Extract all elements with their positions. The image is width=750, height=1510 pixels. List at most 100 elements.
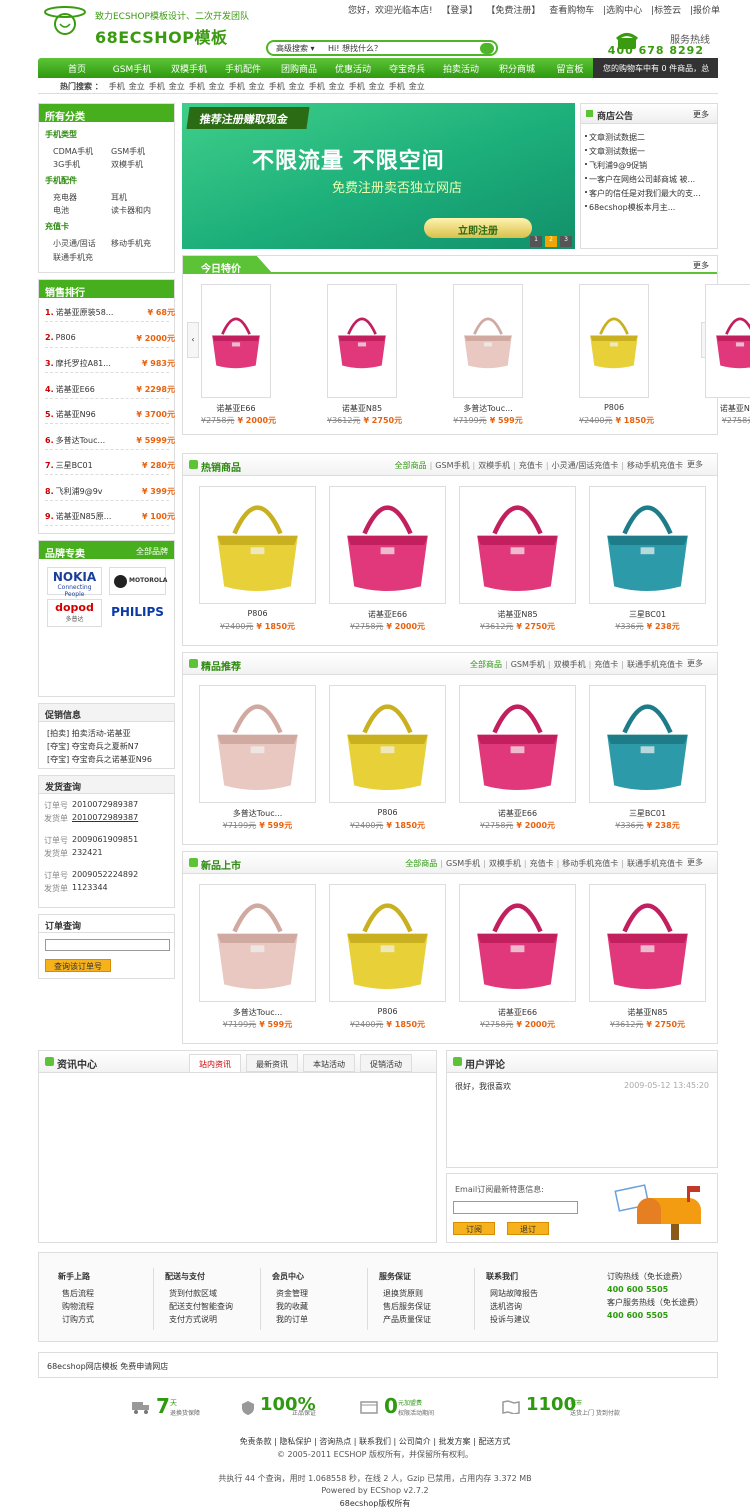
news-tab[interactable]: 促销活动 <box>360 1054 412 1072</box>
product-name[interactable]: 多普达Touc... <box>199 1007 316 1018</box>
banner-dot-2[interactable]: 2 <box>545 236 557 247</box>
product-name[interactable]: 诺基亚E66 <box>329 609 446 620</box>
nav-guestbook[interactable]: 留言板 <box>550 62 590 75</box>
tag-cloud-link[interactable]: |标签云 <box>651 6 681 16</box>
product-image[interactable] <box>199 884 316 1002</box>
notice-item[interactable]: 飞利浦9@9促销 <box>589 160 715 171</box>
section-tab[interactable]: 移动手机充值卡 <box>562 859 618 868</box>
product-name[interactable]: 诺基亚E66 <box>459 1007 576 1018</box>
product-image[interactable] <box>453 284 523 398</box>
news-tab[interactable]: 站内资讯 <box>189 1054 241 1072</box>
banner-dot-1[interactable]: 1 <box>530 236 542 247</box>
cat-item[interactable]: 耳机 <box>111 192 127 203</box>
hot-search-word[interactable]: 手机 <box>389 82 405 91</box>
product-name[interactable]: 诺基亚E66 <box>201 403 271 414</box>
cat-item[interactable]: 双模手机 <box>111 159 143 170</box>
footer-link[interactable]: 支付方式说明 <box>165 1313 233 1326</box>
product-image[interactable] <box>329 685 446 803</box>
cat-item[interactable]: 联通手机充 <box>53 252 93 263</box>
quote-link[interactable]: |报价单 <box>690 6 720 16</box>
cat-item[interactable]: 3G手机 <box>53 159 80 170</box>
footer-menu[interactable]: 免责条款 | 隐私保护 | 咨询热点 | 联系我们 | 公司简介 | 批发方案 … <box>0 1436 750 1447</box>
hot-search-word[interactable]: 手机 <box>189 82 205 91</box>
brand-dopod[interactable]: dopod 多普达 <box>47 599 102 627</box>
nav-home[interactable]: 首页 <box>58 62 96 75</box>
product-name[interactable]: 诺基亚N85 <box>459 609 576 620</box>
email-input[interactable] <box>453 1201 578 1214</box>
all-brands-link[interactable]: 全部品牌 <box>136 546 168 557</box>
nav-points-mall[interactable]: 积分商城 <box>494 62 540 75</box>
promo-item[interactable]: [夺宝] 夺宝奇兵之夏新N7 <box>47 741 139 752</box>
footer-link[interactable]: 我的收藏 <box>272 1300 308 1313</box>
product-name[interactable]: 诺基亚N85 <box>589 1007 706 1018</box>
friend-links[interactable]: 68ecshop网店模板 免费申请网店 <box>47 1361 168 1372</box>
product-name[interactable]: P806 <box>329 1007 446 1016</box>
unsubscribe-button[interactable]: 退订 <box>507 1222 549 1235</box>
footer-link[interactable]: 货到付款区域 <box>165 1287 233 1300</box>
promo-banner[interactable]: 推荐注册赚取现金 不限流量 不限空间 免费注册卖否独立网店 立即注册 1 2 3 <box>182 103 575 249</box>
ranking-item[interactable]: 3. 摩托罗拉A81... ¥ 983元 <box>45 358 175 376</box>
section-tab[interactable]: 充值卡 <box>530 859 554 868</box>
section-tab[interactable]: 全部商品 <box>395 461 427 470</box>
section-tab[interactable]: 充值卡 <box>519 461 543 470</box>
section-tab[interactable]: 联通手机充值卡 <box>627 660 683 669</box>
footer-link[interactable]: 配送支付智能查询 <box>165 1300 233 1313</box>
product-image[interactable] <box>327 284 397 398</box>
hot-search-word[interactable]: 手机 <box>349 82 365 91</box>
notice-item[interactable]: 68ecshop模板本月主... <box>589 202 715 213</box>
carousel-prev-button[interactable]: ‹ <box>187 322 199 358</box>
product-image[interactable] <box>459 486 576 604</box>
footer-link[interactable]: 订购方式 <box>58 1313 94 1326</box>
brand-philips[interactable]: PHILIPS <box>109 599 166 627</box>
product-name[interactable]: 三星BC01 <box>589 609 706 620</box>
product-name[interactable]: P806 <box>329 808 446 817</box>
hot-search-word[interactable]: 金立 <box>209 82 225 91</box>
promo-item[interactable]: [夺宝] 夺宝奇兵之诺基亚N96 <box>47 754 152 765</box>
cat-item[interactable]: 电池 <box>53 205 69 216</box>
product-name[interactable]: 多普达Touc... <box>199 808 316 819</box>
cat-item[interactable]: 读卡器和内 <box>111 205 151 216</box>
section-tab[interactable]: GSM手机 <box>435 461 469 470</box>
product-name[interactable]: 诺基亚N85 <box>705 403 750 414</box>
brand-motorola[interactable]: MOTOROLA <box>109 567 167 595</box>
product-name[interactable]: 三星BC01 <box>589 808 706 819</box>
subscribe-button[interactable]: 订阅 <box>453 1222 495 1235</box>
product-name[interactable]: P806 <box>579 403 649 412</box>
hot-search-word[interactable]: 金立 <box>369 82 385 91</box>
section-tab[interactable]: GSM手机 <box>446 859 480 868</box>
nav-group-buy[interactable]: 团购商品 <box>276 62 322 75</box>
section-tab[interactable]: 双模手机 <box>489 859 521 868</box>
footer-link[interactable]: 网站故障报告 <box>486 1287 538 1300</box>
footer-link[interactable]: 购物流程 <box>58 1300 94 1313</box>
logo-text[interactable]: 68ECSHOP模板 <box>95 24 227 48</box>
footer-link[interactable]: 售后流程 <box>58 1287 94 1300</box>
ranking-item[interactable]: 9. 诺基亚N85原... ¥ 100元 <box>45 511 175 529</box>
product-image[interactable] <box>589 884 706 1002</box>
powered-by[interactable]: Powered by ECShop v2.7.2 <box>0 1486 750 1495</box>
product-name[interactable]: P806 <box>199 609 316 618</box>
product-name[interactable]: 多普达Touc... <box>453 403 523 414</box>
new-more-link[interactable]: 更多 <box>687 857 703 868</box>
hot-more-link[interactable]: 更多 <box>687 459 703 470</box>
product-name[interactable]: 诺基亚E66 <box>459 808 576 819</box>
news-tab[interactable]: 最新资讯 <box>246 1054 298 1072</box>
search-type-select[interactable]: 高级搜索 ▾ <box>276 43 315 54</box>
search-input[interactable]: Hi! 想找什么？ <box>328 43 382 54</box>
footer-link[interactable]: 资金管理 <box>272 1287 308 1300</box>
ranking-item[interactable]: 5. 诺基亚N96 ¥ 3700元 <box>45 409 175 427</box>
section-tab[interactable]: 双模手机 <box>478 461 510 470</box>
product-image[interactable] <box>705 284 750 398</box>
notice-item[interactable]: 一客户在网络公司邮商城 被... <box>589 174 715 185</box>
product-image[interactable] <box>459 884 576 1002</box>
login-link[interactable]: 【登录】 <box>441 6 477 16</box>
notice-item[interactable]: 客户的信任是对我们最大的支... <box>589 188 715 199</box>
search-button[interactable] <box>480 43 494 54</box>
ranking-item[interactable]: 8. 飞利浦9@9v ¥ 399元 <box>45 486 175 504</box>
notice-item[interactable]: 文章测试数据一 <box>589 146 715 157</box>
cat-item[interactable]: 充电器 <box>53 192 77 203</box>
section-tab[interactable]: 充值卡 <box>594 660 618 669</box>
section-tab[interactable]: 全部商品 <box>405 859 437 868</box>
hot-search-word[interactable]: 金立 <box>169 82 185 91</box>
product-image[interactable] <box>199 486 316 604</box>
hot-search-word[interactable]: 金立 <box>409 82 425 91</box>
